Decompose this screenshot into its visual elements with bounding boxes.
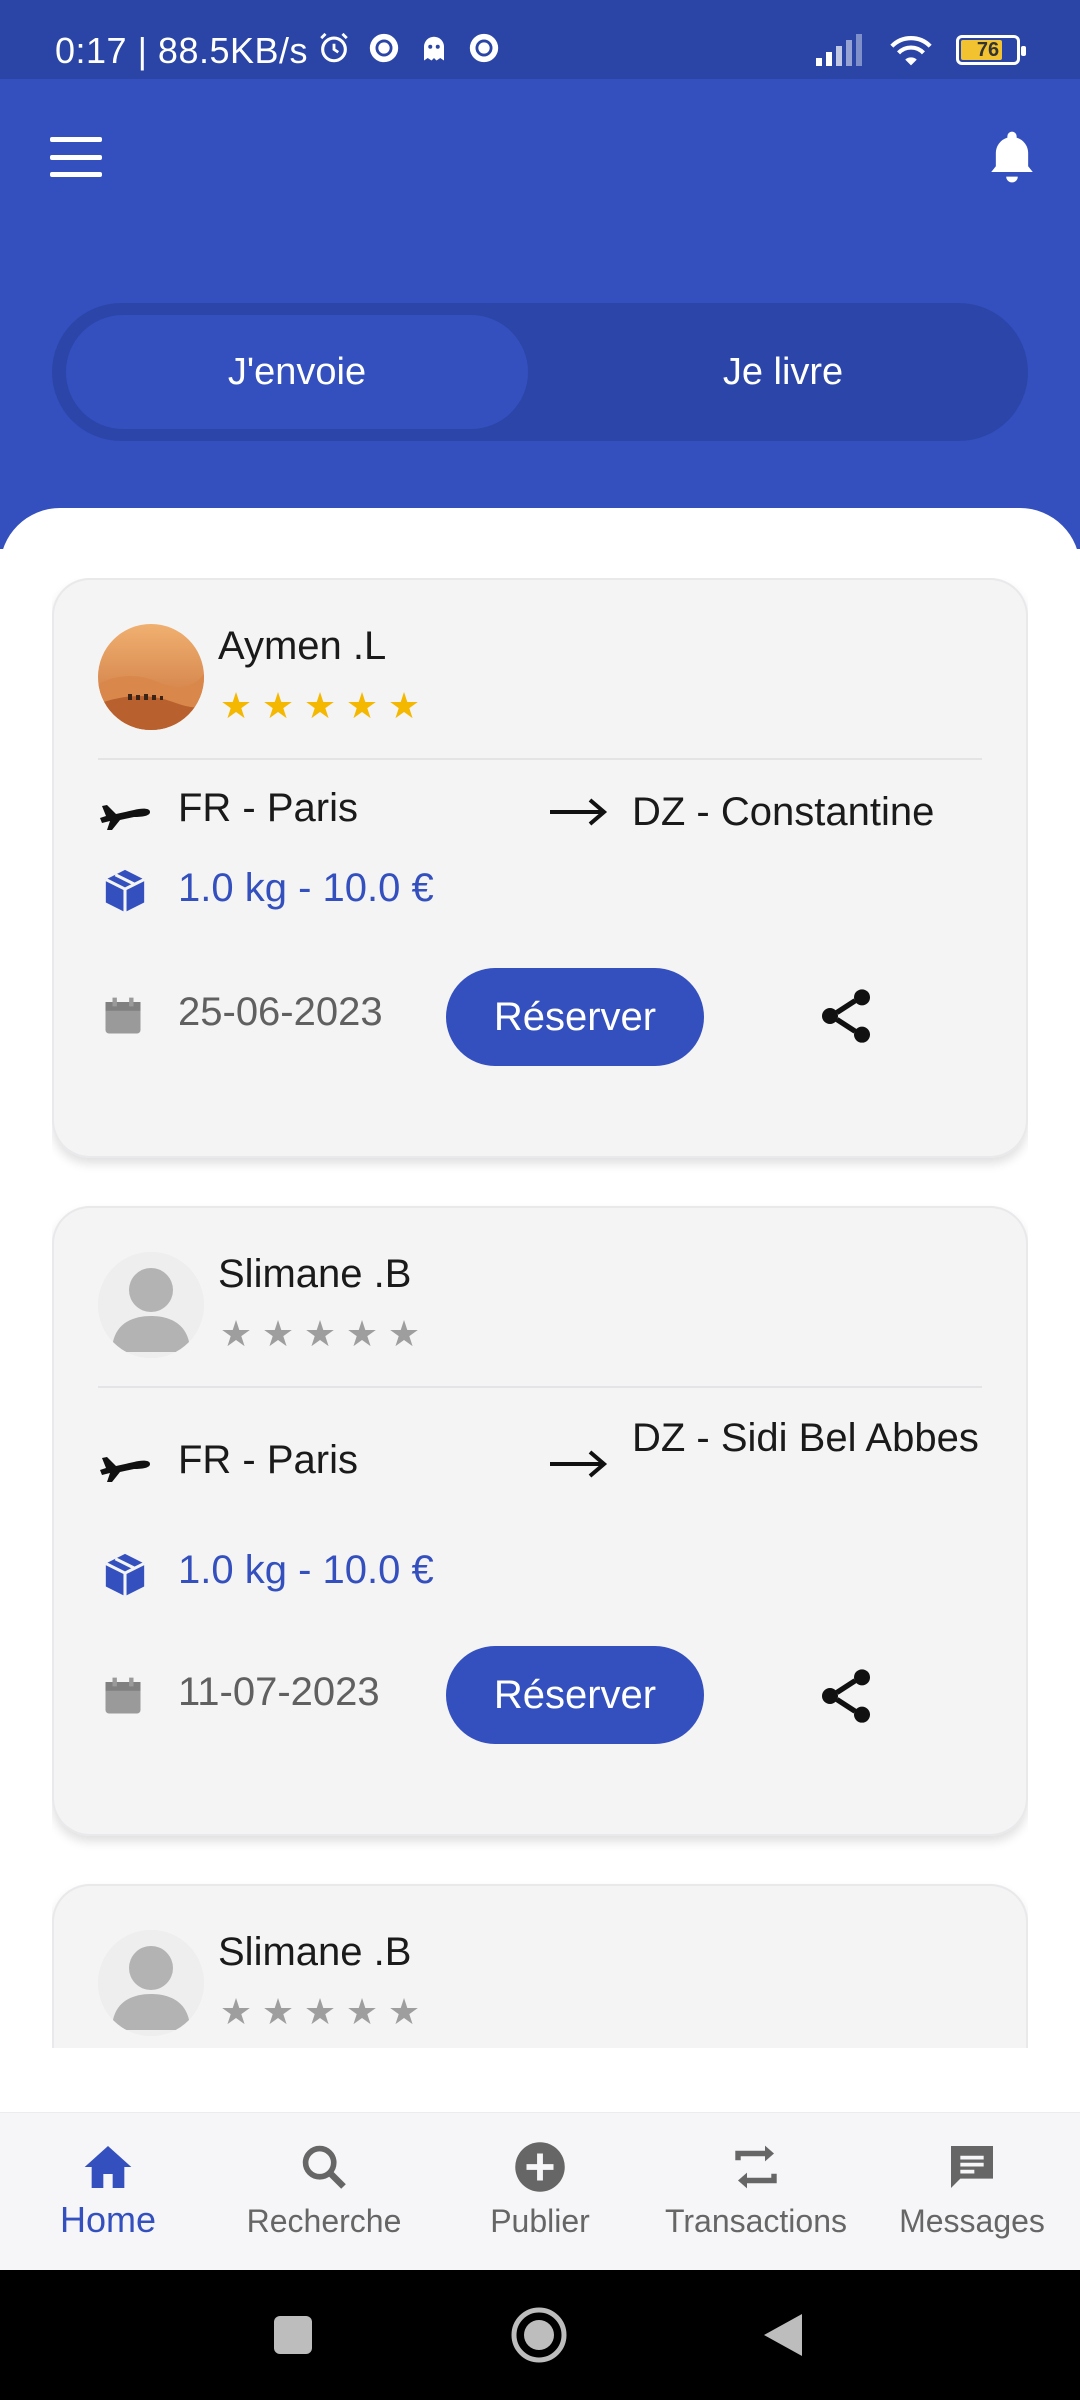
star-icon: ★ — [303, 1313, 337, 1354]
package-icon — [105, 869, 145, 913]
nav-recherche[interactable]: Recherche — [216, 2113, 432, 2271]
trip-card: Slimane .B ★ ★ ★ ★ ★ — [52, 1884, 1028, 2048]
star-icon: ★ — [219, 685, 253, 726]
share-icon[interactable] — [814, 1664, 878, 1728]
rating-stars: ★ ★ ★ ★ ★ — [218, 1994, 422, 2030]
status-time: 0:17 | 88.5KB/s — [55, 30, 309, 71]
rating-stars: ★ ★ ★ ★ ★ — [218, 688, 422, 724]
plane-icon — [100, 805, 150, 830]
nav-messages[interactable]: Messages — [864, 2113, 1080, 2271]
avatar-placeholder — [98, 1252, 204, 1358]
search-icon — [296, 2139, 352, 2195]
menu-icon[interactable] — [50, 137, 102, 177]
route-destination: DZ - Sidi Bel Abbes — [632, 1416, 979, 1460]
bottom-navigation: Home Recherche Publier Transactions Mess… — [0, 2112, 1080, 2270]
add-circle-icon — [512, 2139, 568, 2195]
nav-publier[interactable]: Publier — [432, 2113, 648, 2271]
trip-date: 25-06-2023 — [178, 990, 383, 1034]
mode-switch: J'envoie Je livre — [52, 303, 1028, 441]
star-icon: ★ — [345, 685, 379, 726]
wifi-icon — [890, 36, 932, 66]
home-button-icon[interactable] — [510, 2306, 568, 2364]
trip-card: Slimane .B ★ ★ ★ ★ ★ FR - Paris DZ - Sid… — [52, 1206, 1028, 1836]
star-icon: ★ — [387, 1313, 421, 1354]
swap-icon — [728, 2139, 784, 2195]
calendar-icon — [105, 997, 141, 1034]
arrow-right-icon — [550, 1450, 608, 1478]
app-header: J'envoie Je livre — [0, 79, 1080, 549]
app-notification-icon — [366, 30, 402, 66]
notification-icons — [316, 30, 502, 66]
message-icon — [944, 2139, 1000, 2195]
star-icon: ★ — [261, 685, 295, 726]
divider — [98, 1386, 982, 1388]
star-icon: ★ — [345, 1991, 379, 2032]
plane-icon — [100, 1457, 150, 1482]
route-origin: FR - Paris — [178, 786, 358, 830]
star-icon: ★ — [387, 1991, 421, 2032]
nav-label: Messages — [899, 2203, 1045, 2239]
arrow-right-icon — [550, 798, 608, 826]
nav-home[interactable]: Home — [0, 2113, 216, 2271]
share-icon[interactable] — [814, 984, 878, 1048]
nav-label: Publier — [490, 2203, 590, 2239]
reserve-button[interactable]: Réserver — [446, 968, 704, 1066]
battery-level: 76 — [976, 38, 1000, 61]
star-icon: ★ — [261, 1313, 295, 1354]
star-icon: ★ — [219, 1313, 253, 1354]
ghost-icon — [416, 30, 452, 66]
battery-icon: 76 — [956, 35, 1026, 65]
package-info: 1.0 kg - 10.0 € — [178, 1548, 434, 1592]
nav-transactions[interactable]: Transactions — [648, 2113, 864, 2271]
alarm-icon — [316, 30, 352, 66]
user-name: Slimane .B — [218, 1930, 412, 1974]
route-origin: FR - Paris — [178, 1438, 358, 1482]
home-icon — [80, 2139, 136, 2195]
nav-label: Recherche — [246, 2203, 402, 2239]
reserve-button[interactable]: Réserver — [446, 1646, 704, 1744]
star-icon: ★ — [345, 1313, 379, 1354]
avatar — [98, 624, 204, 730]
tab-je-livre[interactable]: Je livre — [552, 315, 1014, 429]
status-bar: 0:17 | 88.5KB/s 76 — [0, 0, 1080, 79]
system-navigation-bar — [0, 2270, 1080, 2400]
back-icon[interactable] — [758, 2310, 808, 2360]
nav-label: Home — [59, 2199, 157, 2240]
user-name: Aymen .L — [218, 624, 387, 668]
trip-card: Aymen .L ★ ★ ★ ★ ★ FR - Paris DZ - Const… — [52, 578, 1028, 1158]
star-icon: ★ — [261, 1991, 295, 2032]
bell-icon[interactable] — [984, 127, 1040, 187]
content-area: Aymen .L ★ ★ ★ ★ ★ FR - Paris DZ - Const… — [0, 508, 1080, 2112]
calendar-icon — [105, 1677, 141, 1714]
avatar-placeholder — [98, 1930, 204, 2036]
route-destination: DZ - Constantine — [632, 790, 935, 834]
star-icon: ★ — [387, 685, 421, 726]
package-icon — [105, 1553, 145, 1597]
system-status-icons: 76 — [816, 32, 1026, 68]
divider — [98, 758, 982, 760]
trip-list[interactable]: Aymen .L ★ ★ ★ ★ ★ FR - Paris DZ - Const… — [52, 578, 1028, 2048]
signal-icon — [816, 34, 862, 66]
package-info: 1.0 kg - 10.0 € — [178, 866, 434, 910]
recents-icon[interactable] — [268, 2310, 318, 2360]
tab-jenvoie[interactable]: J'envoie — [66, 315, 528, 429]
rating-stars: ★ ★ ★ ★ ★ — [218, 1316, 422, 1352]
star-icon: ★ — [303, 685, 337, 726]
user-name: Slimane .B — [218, 1252, 412, 1296]
trip-date: 11-07-2023 — [178, 1670, 380, 1714]
nav-label: Transactions — [665, 2203, 847, 2239]
app-notification-icon — [466, 30, 502, 66]
star-icon: ★ — [303, 1991, 337, 2032]
star-icon: ★ — [219, 1991, 253, 2032]
